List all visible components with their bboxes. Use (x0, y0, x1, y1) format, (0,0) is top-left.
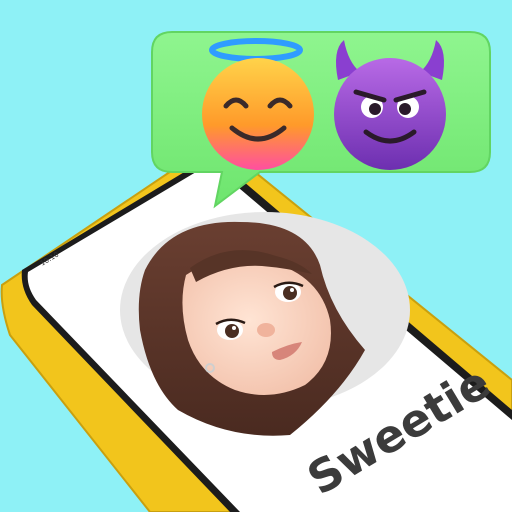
app-screen: 10:10 Sweetie (0, 0, 512, 512)
scene-graphic: 10:10 Sweetie (0, 31, 512, 512)
avatar-nose (257, 323, 275, 337)
